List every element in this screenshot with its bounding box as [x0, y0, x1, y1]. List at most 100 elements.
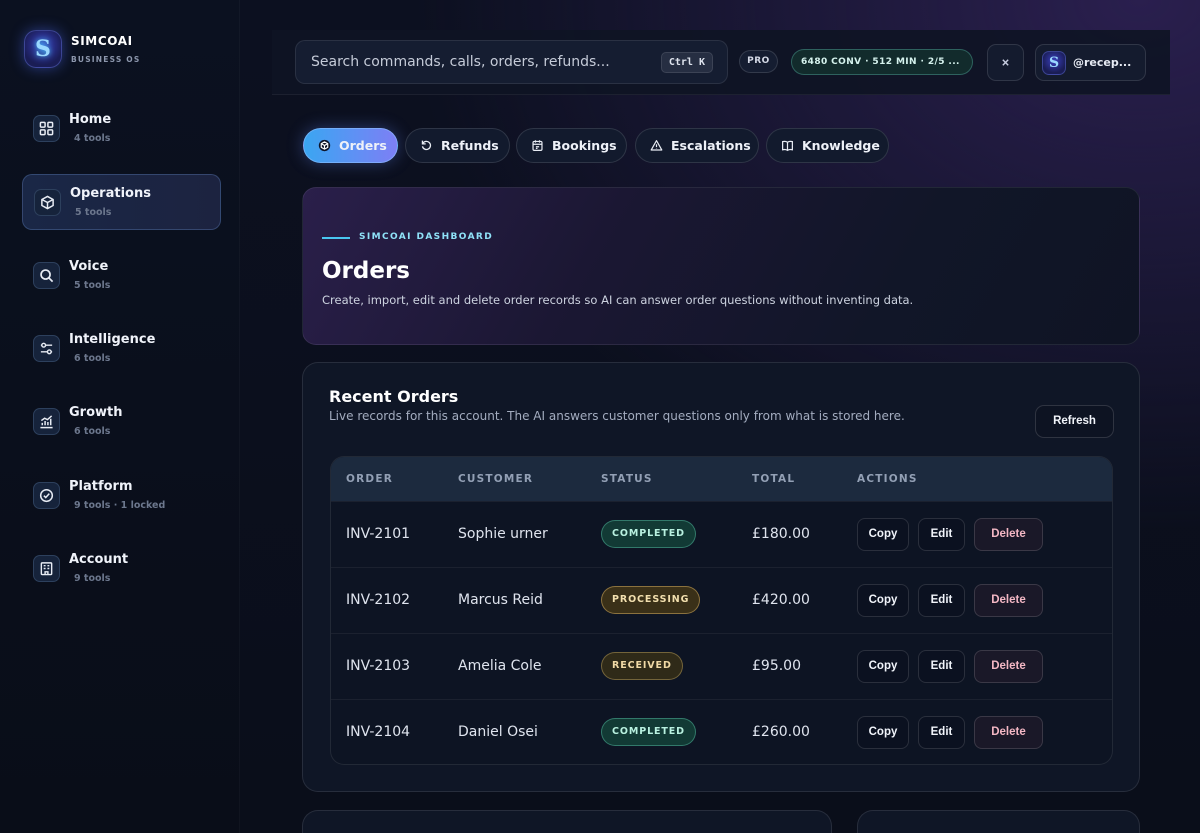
table-header: ORDER CUSTOMER STATUS TOTAL ACTIONS	[331, 457, 1112, 501]
sidebar-item-operations[interactable]: Operations 5 tools	[22, 174, 221, 230]
tab-label: Escalations	[671, 138, 751, 153]
sidebar-item-sub: 9 tools	[74, 573, 111, 584]
order-total: £180.00	[752, 526, 810, 542]
tab-escalations[interactable]: Escalations	[635, 128, 759, 163]
sidebar-item-sub: 5 tools	[74, 280, 111, 291]
customer-name: Daniel Osei	[458, 724, 538, 740]
order-id: INV-2104	[346, 724, 411, 740]
sidebar-item-label: Intelligence	[69, 332, 156, 347]
recent-orders-card: Recent Orders Live records for this acco…	[302, 362, 1140, 792]
status-badge: COMPLETED	[601, 718, 696, 746]
copy-button[interactable]: Copy	[857, 716, 909, 749]
delete-button[interactable]: Delete	[974, 716, 1043, 749]
sidebar-item-intelligence[interactable]: Intelligence 6 tools	[22, 321, 221, 377]
sidebar-item-sub: 5 tools	[75, 207, 112, 218]
copy-button[interactable]: Copy	[857, 650, 909, 683]
table-row: INV-2104 Daniel Osei COMPLETED £260.00 C…	[331, 699, 1112, 764]
check-circle-icon	[33, 482, 60, 509]
search-input[interactable]: Search commands, calls, orders, refunds.…	[295, 40, 728, 84]
section-subtitle: Live records for this account. The AI an…	[329, 409, 905, 423]
edit-button[interactable]: Edit	[918, 716, 965, 749]
order-id: INV-2103	[346, 658, 411, 674]
refresh-button[interactable]: Refresh	[1035, 405, 1114, 438]
usage-badge[interactable]: 6480 CONV · 512 MIN · 2/5 ...	[791, 49, 973, 75]
tab-label: Orders	[339, 138, 387, 153]
sidebar-item-home[interactable]: Home 4 tools	[22, 101, 221, 157]
edit-button[interactable]: Edit	[918, 584, 965, 617]
sidebar-item-voice[interactable]: Voice 5 tools	[22, 248, 221, 304]
book-icon	[780, 139, 794, 153]
close-icon[interactable]	[987, 44, 1024, 81]
warning-icon	[649, 139, 663, 153]
chart-icon	[33, 408, 60, 435]
tab-refunds[interactable]: Refunds	[405, 128, 510, 163]
user-name: @recep...	[1073, 56, 1132, 69]
table-row: INV-2103 Amelia Cole RECEIVED £95.00 Cop…	[331, 633, 1112, 699]
topbar: Search commands, calls, orders, refunds.…	[272, 30, 1170, 95]
eyebrow-line	[322, 237, 350, 239]
sliders-icon	[33, 335, 60, 362]
page-description: Create, import, edit and delete order re…	[322, 293, 914, 307]
user-menu[interactable]: S @recep...	[1035, 44, 1146, 81]
table-row: INV-2102 Marcus Reid PROCESSING £420.00 …	[331, 567, 1112, 633]
copy-button[interactable]: Copy	[857, 584, 909, 617]
sidebar-item-platform[interactable]: Platform 9 tools · 1 locked	[22, 468, 221, 524]
refresh-icon	[419, 139, 433, 153]
column-header: STATUS	[601, 473, 653, 485]
customer-name: Marcus Reid	[458, 592, 543, 608]
order-total: £420.00	[752, 592, 810, 608]
lower-card-left	[302, 810, 832, 833]
sidebar-item-sub: 4 tools	[74, 133, 111, 144]
cube-icon	[317, 139, 331, 153]
delete-button[interactable]: Delete	[974, 650, 1043, 683]
copy-button[interactable]: Copy	[857, 518, 909, 551]
brand[interactable]: S SIMCOAI BUSINESS OS	[24, 30, 140, 68]
column-header: TOTAL	[752, 473, 796, 485]
customer-name: Amelia Cole	[458, 658, 542, 674]
customer-name: Sophie urner	[458, 526, 548, 542]
delete-button[interactable]: Delete	[974, 584, 1043, 617]
tab-orders[interactable]: Orders	[303, 128, 398, 163]
section-title: Recent Orders	[329, 387, 459, 406]
sidebar-item-sub: 6 tools	[74, 426, 111, 437]
sidebar: S SIMCOAI BUSINESS OS Home 4 tools Opera…	[0, 0, 240, 833]
sidebar-item-label: Operations	[70, 186, 151, 201]
hero-eyebrow: SIMCOAI DASHBOARD	[359, 232, 494, 242]
search-placeholder: Search commands, calls, orders, refunds.…	[311, 54, 610, 70]
tab-label: Knowledge	[802, 138, 880, 153]
order-id: INV-2101	[346, 526, 411, 542]
tab-label: Refunds	[441, 138, 499, 153]
hero-card: SIMCOAI DASHBOARD Orders Create, import,…	[302, 187, 1140, 345]
page-title: Orders	[322, 258, 410, 284]
search-icon	[33, 262, 60, 289]
order-id: INV-2102	[346, 592, 411, 608]
sidebar-item-account[interactable]: Account 9 tools	[22, 541, 221, 597]
tab-knowledge[interactable]: Knowledge	[766, 128, 889, 163]
cube-icon	[34, 189, 61, 216]
delete-button[interactable]: Delete	[974, 518, 1043, 551]
sidebar-item-label: Home	[69, 112, 112, 127]
shortcut-hint: Ctrl K	[660, 52, 713, 73]
lower-card-right	[857, 810, 1140, 833]
order-total: £95.00	[752, 658, 801, 674]
status-badge: COMPLETED	[601, 520, 696, 548]
sidebar-item-label: Voice	[69, 259, 109, 274]
sidebar-item-label: Platform	[69, 479, 133, 494]
calendar-icon	[530, 139, 544, 153]
edit-button[interactable]: Edit	[918, 650, 965, 683]
sidebar-item-sub: 6 tools	[74, 353, 111, 364]
table-row: INV-2101 Sophie urner COMPLETED £180.00 …	[331, 501, 1112, 567]
plan-badge: PRO	[739, 50, 778, 73]
sidebar-item-growth[interactable]: Growth 6 tools	[22, 394, 221, 450]
sidebar-item-label: Growth	[69, 405, 123, 420]
column-header: ORDER	[346, 473, 393, 485]
edit-button[interactable]: Edit	[918, 518, 965, 551]
brand-name: SIMCOAI	[71, 34, 133, 48]
grid-icon	[33, 115, 60, 142]
orders-table: ORDER CUSTOMER STATUS TOTAL ACTIONS INV-…	[330, 456, 1113, 765]
sidebar-item-sub: 9 tools · 1 locked	[74, 500, 166, 511]
brand-subtitle: BUSINESS OS	[71, 55, 141, 64]
tab-bookings[interactable]: Bookings	[516, 128, 627, 163]
avatar: S	[1042, 51, 1066, 75]
tab-label: Bookings	[552, 138, 617, 153]
